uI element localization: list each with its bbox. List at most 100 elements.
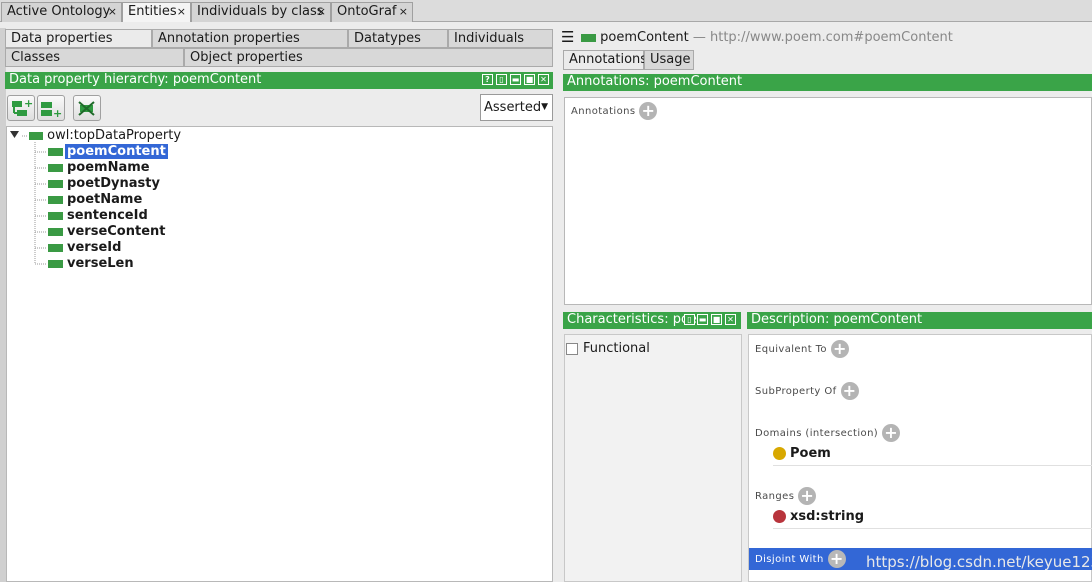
- separator-line: [773, 528, 1092, 529]
- tree-node-versecontent[interactable]: verseContent: [48, 224, 167, 240]
- functional-checkbox[interactable]: [566, 343, 578, 355]
- tree-node-poetname[interactable]: poetName: [48, 192, 144, 208]
- tree-node-label: poetDynasty: [67, 176, 160, 191]
- maximize-icon[interactable]: ■: [524, 74, 535, 85]
- entity-title-bar: poemContent — http://www.poem.com#poemCo…: [581, 29, 953, 47]
- functional-label: Functional: [583, 341, 650, 356]
- tab-individuals-by-class[interactable]: Individuals by class ×: [191, 2, 331, 22]
- entity-separator: —: [692, 30, 706, 45]
- ranges-label: Ranges: [755, 491, 795, 502]
- view-mode-value: Asserted: [484, 100, 542, 115]
- expand-toggle-icon[interactable]: [4, 131, 14, 141]
- subtab-individuals[interactable]: Individuals: [448, 29, 553, 48]
- tree-node-label: poetName: [67, 192, 143, 207]
- subtab-data-properties[interactable]: Data properties: [5, 29, 152, 48]
- tree-node-sentenceid[interactable]: sentenceId: [48, 208, 150, 224]
- add-range-icon[interactable]: +: [798, 487, 817, 505]
- data-property-icon: [48, 211, 63, 220]
- tab-usage[interactable]: Usage: [644, 50, 694, 70]
- view-mode-dropdown[interactable]: Asserted ▼: [480, 94, 553, 121]
- tab-annotations[interactable]: Annotations: [563, 50, 647, 70]
- tree-node-label: sentenceId: [67, 208, 148, 223]
- annotations-label: Annotations: [571, 106, 636, 117]
- tab-label: Entities: [128, 4, 177, 19]
- subtab-classes[interactable]: Classes: [5, 48, 184, 67]
- close-view-icon[interactable]: ✕: [725, 314, 736, 325]
- ranges-section: Ranges +: [755, 487, 817, 505]
- close-icon[interactable]: ×: [108, 3, 117, 21]
- domains-label: Domains (intersection): [755, 428, 879, 439]
- range-item[interactable]: xsd:string: [773, 509, 864, 524]
- add-sibling-property-button[interactable]: +: [37, 95, 65, 121]
- add-equivalent-icon[interactable]: +: [830, 340, 849, 358]
- characteristics-title: Characteristics: poe: [567, 312, 697, 327]
- tab-label: Individuals by class: [197, 4, 324, 19]
- annotations-header: Annotations: poemContent: [563, 74, 1092, 91]
- svg-text:+: +: [53, 107, 62, 120]
- close-icon[interactable]: ×: [177, 3, 186, 21]
- entity-tab-bar: Active Ontology × Entities × Individuals b…: [0, 0, 1092, 22]
- tree-node-label: poemContent: [65, 144, 168, 159]
- tab-entities[interactable]: Entities ×: [122, 2, 191, 22]
- tab-label: OntoGraf: [337, 4, 397, 19]
- close-icon[interactable]: ×: [317, 3, 326, 21]
- hamburger-menu-icon[interactable]: ☰: [561, 28, 574, 46]
- data-property-icon: [48, 259, 63, 268]
- add-sub-property-button[interactable]: +: [7, 95, 35, 121]
- hierarchy-header: Data property hierarchy: poemContent: [5, 72, 553, 89]
- disjoint-section: Disjoint With +: [755, 550, 846, 568]
- subtab-datatypes[interactable]: Datatypes: [348, 29, 448, 48]
- add-superproperty-icon[interactable]: +: [840, 382, 859, 400]
- close-view-icon[interactable]: ✕: [538, 74, 549, 85]
- close-icon[interactable]: ×: [399, 3, 408, 21]
- tree-node-poetdynasty[interactable]: poetDynasty: [48, 176, 162, 192]
- tree-root-node[interactable]: owl:topDataProperty: [29, 128, 181, 144]
- add-disjoint-icon[interactable]: +: [827, 550, 846, 568]
- split-view-icon[interactable]: ▯: [496, 74, 507, 85]
- data-property-icon: [48, 147, 63, 156]
- domain-value: Poem: [790, 446, 831, 461]
- subtab-annotation-properties[interactable]: Annotation properties: [152, 29, 348, 48]
- disjoint-label: Disjoint With: [755, 554, 824, 565]
- tree-root-label: owl:topDataProperty: [47, 128, 182, 143]
- range-value: xsd:string: [790, 509, 865, 524]
- annotations-section: Annotations +: [571, 102, 658, 120]
- entity-name: poemContent: [600, 30, 689, 45]
- help-icon[interactable]: ?: [482, 74, 493, 85]
- chevron-down-icon: ▼: [541, 102, 548, 112]
- subproperty-section: SubProperty Of +: [755, 382, 859, 400]
- data-property-icon: [48, 243, 63, 252]
- entity-iri: http://www.poem.com#poemContent: [710, 30, 953, 45]
- data-property-icon: [48, 195, 63, 204]
- tree-node-poemcontent[interactable]: poemContent: [48, 144, 168, 160]
- tab-label: Active Ontology: [7, 4, 111, 19]
- annotations-panel: Annotations +: [564, 97, 1092, 305]
- svg-text:+: +: [24, 97, 33, 110]
- hierarchy-title: Data property hierarchy: poemContent: [9, 72, 262, 87]
- equivalent-section: Equivalent To +: [755, 340, 849, 358]
- add-domain-icon[interactable]: +: [882, 424, 901, 442]
- tree-node-verselen[interactable]: verseLen: [48, 256, 136, 272]
- split-view-icon[interactable]: ▯: [684, 314, 695, 325]
- tree-node-label: poemName: [67, 160, 150, 175]
- class-icon: [773, 447, 786, 460]
- domains-section: Domains (intersection) +: [755, 424, 901, 442]
- tree-node-label: verseId: [67, 240, 122, 255]
- tree-node-verseid[interactable]: verseId: [48, 240, 123, 256]
- subtab-object-properties[interactable]: Object properties: [184, 48, 553, 67]
- minimize-icon[interactable]: ▬: [510, 74, 521, 85]
- data-property-icon: [48, 179, 63, 188]
- add-sibling-property-icon: +: [41, 102, 62, 120]
- maximize-icon[interactable]: ■: [711, 314, 722, 325]
- tab-active-ontology[interactable]: Active Ontology ×: [1, 2, 122, 22]
- data-property-icon: [48, 163, 63, 172]
- data-property-icon: [48, 227, 63, 236]
- add-annotation-icon[interactable]: +: [639, 102, 658, 120]
- tree-node-label: verseLen: [67, 256, 134, 271]
- minimize-icon[interactable]: ▬: [697, 314, 708, 325]
- tab-ontograf[interactable]: OntoGraf ×: [331, 2, 413, 22]
- domain-item[interactable]: Poem: [773, 446, 831, 461]
- separator-line: [773, 465, 1092, 466]
- delete-property-button[interactable]: [73, 95, 101, 121]
- tree-node-poemname[interactable]: poemName: [48, 160, 152, 176]
